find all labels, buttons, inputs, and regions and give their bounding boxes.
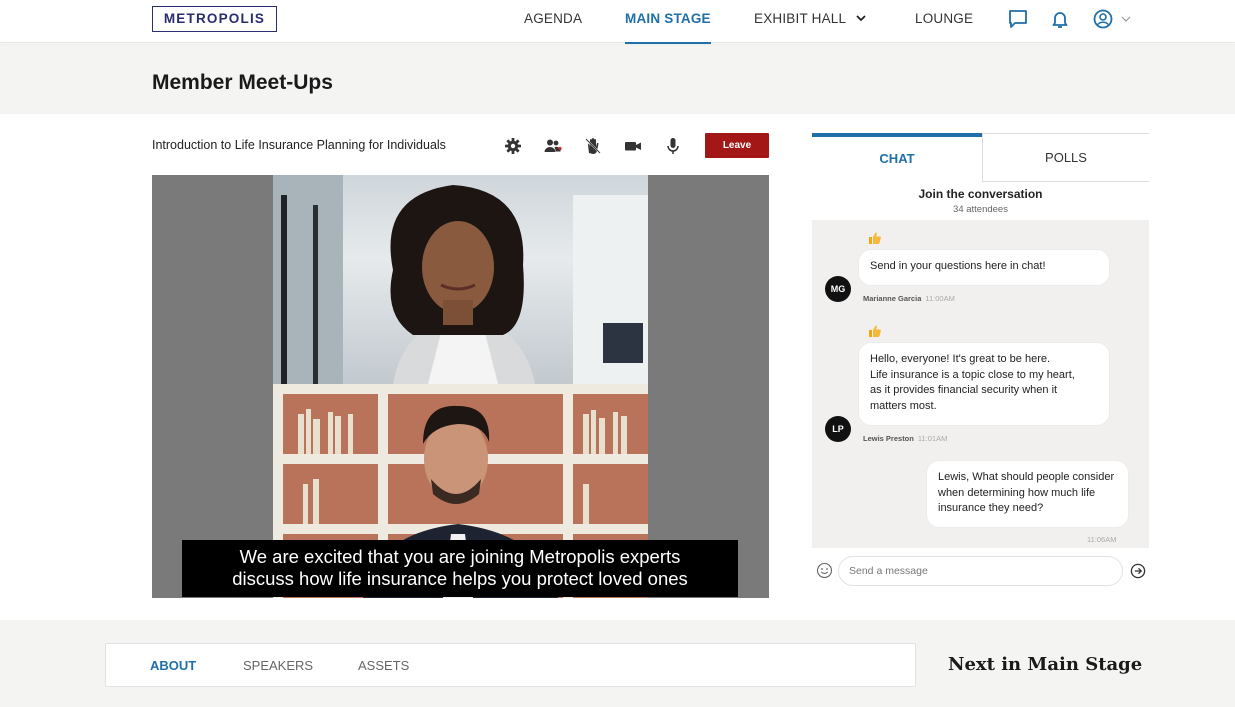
tab-chat[interactable]: CHAT [812, 133, 982, 182]
chat-message-line: matters most. [870, 399, 937, 412]
chat-bubble-2: Hello, everyone! It's great to be here. … [859, 343, 1109, 425]
tab-polls[interactable]: POLLS [982, 133, 1149, 182]
session-info-tabs: ABOUT SPEAKERS ASSETS [105, 643, 916, 687]
gear-icon[interactable] [503, 136, 523, 156]
chat-composer [812, 554, 1149, 588]
chat-author-name: Marianne Garcia [863, 294, 922, 303]
chat-timestamp: 11:00AM [925, 294, 955, 303]
video-stage: We are excited that you are joining Metr… [152, 175, 769, 598]
chat-message-line: when determining how much life [938, 486, 1096, 499]
chat-message-line: insurance they need? [938, 502, 1044, 514]
leave-button[interactable]: Leave [705, 133, 769, 158]
tab-about[interactable]: ABOUT [150, 658, 196, 673]
speaker-video-frame [273, 175, 648, 384]
chat-bubble-1: Send in your questions here in chat! [859, 250, 1109, 285]
nav-item-lounge[interactable]: LOUNGE [915, 11, 973, 26]
bell-icon[interactable] [1049, 8, 1071, 30]
nav-item-agenda[interactable]: AGENDA [524, 11, 582, 26]
caption-line-2: discuss how life insurance helps you pro… [232, 568, 688, 589]
chat-heading: Join the conversation [918, 187, 1043, 201]
chat-timestamp: 11:01AM [917, 434, 948, 443]
message-input[interactable] [838, 556, 1123, 586]
thumbs-up-icon[interactable] [868, 324, 882, 338]
tab-assets[interactable]: ASSETS [358, 658, 409, 673]
live-caption: We are excited that you are joining Metr… [182, 540, 738, 597]
chat-bubble-self: Lewis, What should people consider when … [927, 461, 1128, 527]
chat-message-meta: Lewis Preston 11:01AM [863, 434, 947, 443]
participants-icon[interactable] [543, 136, 563, 156]
next-in-main-stage-heading: Next in Main Stage [948, 654, 1143, 675]
speaker-video-tile [273, 175, 648, 384]
nav-item-main-stage[interactable]: MAIN STAGE [625, 11, 711, 44]
title-band: Member Meet-Ups [0, 44, 1235, 114]
nav-item-exhibit-hall[interactable]: EXHIBIT HALL [754, 11, 846, 26]
chevron-down-icon[interactable] [855, 11, 867, 25]
avatar: MG [825, 276, 851, 302]
metropolis-logo[interactable]: METROPOLIS [152, 6, 277, 32]
caption-line-1: We are excited that you are joining Metr… [239, 546, 681, 567]
chat-icon[interactable] [1007, 8, 1029, 30]
raise-hand-icon[interactable] [583, 136, 603, 156]
chat-message-line: Hello, everyone! It's great to be here. [870, 353, 1051, 365]
chat-message-line: as it provides financial security when i… [870, 384, 1058, 396]
emoji-icon[interactable] [816, 562, 833, 579]
camera-icon[interactable] [623, 136, 643, 156]
top-nav: METROPOLIS AGENDA MAIN STAGE EXHIBIT HAL… [0, 0, 1235, 44]
chat-message-line: Life insurance is a topic close to my he… [870, 368, 1075, 381]
page-title: Member Meet-Ups [152, 71, 333, 94]
attendee-count: 34 attendees [953, 204, 1008, 215]
session-title: Introduction to Life Insurance Planning … [152, 138, 446, 152]
user-circle-icon[interactable] [1092, 8, 1114, 30]
chat-timestamp: 11:06AM [1087, 535, 1117, 544]
send-icon[interactable] [1130, 563, 1146, 579]
chat-message-meta: 11:06AM [1087, 535, 1116, 544]
chat-message-line: Lewis, What should people consider [938, 471, 1115, 483]
microphone-icon[interactable] [663, 136, 683, 156]
chat-message-list[interactable]: Send in your questions here in chat! MG … [812, 220, 1149, 548]
chat-author-name: Lewis Preston [863, 434, 914, 443]
avatar: LP [825, 416, 851, 442]
chat-message-meta: Marianne Garcia 11:00AM [863, 294, 955, 303]
tab-speakers[interactable]: SPEAKERS [243, 658, 313, 673]
chat-message-text: Send in your questions here in chat! [870, 260, 1046, 272]
thumbs-up-icon[interactable] [868, 231, 882, 245]
profile-chevron-down-icon[interactable] [1120, 13, 1132, 25]
chat-panel-tabs: CHAT POLLS [812, 133, 1149, 182]
